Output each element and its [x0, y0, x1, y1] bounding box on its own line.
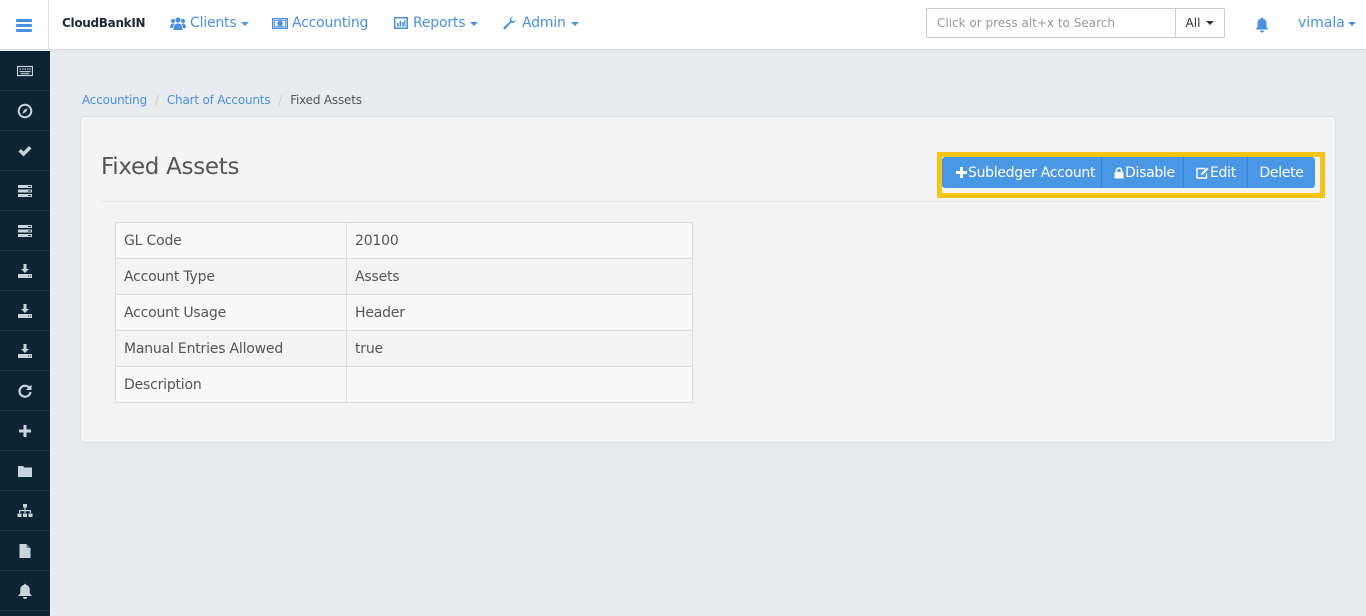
search-input[interactable] — [926, 8, 1176, 38]
sidebar-item-refresh[interactable] — [0, 371, 50, 411]
chevron-down-icon — [1347, 22, 1356, 26]
sidebar-item-download-2[interactable] — [0, 291, 50, 331]
nav-admin[interactable]: Admin — [502, 15, 579, 31]
bell-icon — [18, 583, 32, 599]
money-icon — [272, 16, 288, 30]
detail-value: Header — [346, 294, 693, 331]
table-row: GL Code 20100 — [115, 222, 693, 259]
lock-icon — [1114, 166, 1124, 179]
detail-value: Assets — [346, 258, 693, 295]
notifications-button[interactable] — [1255, 17, 1269, 33]
users-icon — [170, 16, 186, 30]
user-name: vimala — [1298, 15, 1345, 31]
sidebar — [0, 51, 50, 616]
edit-label: Edit — [1210, 164, 1236, 181]
sidebar-item-document[interactable] — [0, 531, 50, 571]
detail-key: GL Code — [115, 222, 347, 259]
chevron-down-icon — [1206, 21, 1215, 25]
sidebar-item-download-3[interactable] — [0, 331, 50, 371]
top-navbar: CloudBankIN Clients Accounting Reports A… — [0, 0, 1366, 50]
nav-admin-label: Admin — [522, 15, 566, 31]
file-icon — [19, 543, 31, 558]
sidebar-item-add[interactable] — [0, 411, 50, 451]
wrench-icon — [502, 16, 518, 30]
sidebar-item-organization[interactable] — [0, 491, 50, 531]
nav-reports-label: Reports — [413, 15, 466, 31]
breadcrumb: Accounting / Chart of Accounts / Fixed A… — [82, 93, 362, 107]
user-menu[interactable]: vimala — [1298, 15, 1356, 31]
title-divider — [101, 201, 1319, 202]
bar-chart-icon — [393, 16, 409, 30]
bell-icon — [1255, 17, 1269, 33]
account-details-card: Fixed Assets Subledger Account Disable E… — [80, 116, 1336, 443]
chevron-down-icon — [570, 22, 579, 26]
disable-label: Disable — [1125, 164, 1175, 181]
table-row: Manual Entries Allowed true — [115, 330, 693, 367]
detail-key: Description — [115, 366, 347, 403]
edit-icon — [1196, 167, 1209, 179]
sidebar-item-navigation[interactable] — [0, 91, 50, 131]
sidebar-item-download-1[interactable] — [0, 251, 50, 291]
chevron-down-icon — [470, 22, 479, 26]
breadcrumb-current: Fixed Assets — [290, 93, 362, 107]
nav-clients[interactable]: Clients — [170, 15, 250, 31]
delete-button[interactable]: Delete — [1248, 157, 1315, 188]
table-row: Account Usage Header — [115, 294, 693, 331]
delete-label: Delete — [1259, 164, 1304, 181]
download-icon — [18, 343, 32, 358]
folder-icon — [18, 465, 32, 477]
breadcrumb-separator: / — [278, 93, 283, 107]
check-icon — [18, 145, 32, 156]
download-icon — [18, 263, 32, 278]
plus-icon — [956, 167, 967, 178]
search-filter-dropdown[interactable]: All — [1175, 8, 1225, 38]
detail-key: Account Type — [115, 258, 347, 295]
detail-value: true — [346, 330, 693, 367]
breadcrumb-chart-of-accounts[interactable]: Chart of Accounts — [167, 93, 271, 107]
nav-accounting[interactable]: Accounting — [272, 15, 368, 31]
disable-button[interactable]: Disable — [1102, 157, 1184, 188]
detail-key: Account Usage — [115, 294, 347, 331]
server-icon — [18, 224, 32, 237]
server-icon — [18, 184, 32, 197]
account-details-table: GL Code 20100 Account Type Assets Accoun… — [115, 222, 693, 403]
sidebar-item-server-1[interactable] — [0, 171, 50, 211]
add-subledger-account-button[interactable]: Subledger Account — [942, 157, 1102, 188]
download-icon — [18, 303, 32, 318]
sidebar-item-notifications[interactable] — [0, 571, 50, 611]
table-row: Description — [115, 366, 693, 403]
brand-logo[interactable]: CloudBankIN — [62, 16, 146, 30]
sidebar-item-server-2[interactable] — [0, 211, 50, 251]
sidebar-item-folder[interactable] — [0, 451, 50, 491]
detail-value — [346, 366, 693, 403]
menu-toggle-button[interactable] — [0, 0, 49, 50]
hamburger-icon — [16, 18, 32, 32]
detail-value: 20100 — [346, 222, 693, 259]
chevron-down-icon — [241, 22, 250, 26]
actions-button-group: Subledger Account Disable Edit Delete — [942, 157, 1315, 188]
plus-icon — [19, 424, 31, 437]
breadcrumb-separator: / — [155, 93, 159, 107]
compass-icon — [17, 103, 33, 118]
sidebar-item-keyboard[interactable] — [0, 51, 50, 91]
refresh-icon — [18, 384, 32, 398]
detail-key: Manual Entries Allowed — [115, 330, 347, 367]
breadcrumb-accounting[interactable]: Accounting — [82, 93, 147, 107]
add-subledger-account-label: Subledger Account — [968, 164, 1096, 181]
sidebar-item-checker[interactable] — [0, 131, 50, 171]
keyboard-icon — [17, 65, 33, 76]
nav-clients-label: Clients — [190, 15, 237, 31]
nav-reports[interactable]: Reports — [393, 15, 479, 31]
edit-button[interactable]: Edit — [1184, 157, 1248, 188]
sitemap-icon — [17, 503, 33, 517]
search-filter-label: All — [1185, 16, 1201, 30]
page-title: Fixed Assets — [101, 154, 240, 180]
table-row: Account Type Assets — [115, 258, 693, 295]
nav-accounting-label: Accounting — [292, 15, 369, 31]
